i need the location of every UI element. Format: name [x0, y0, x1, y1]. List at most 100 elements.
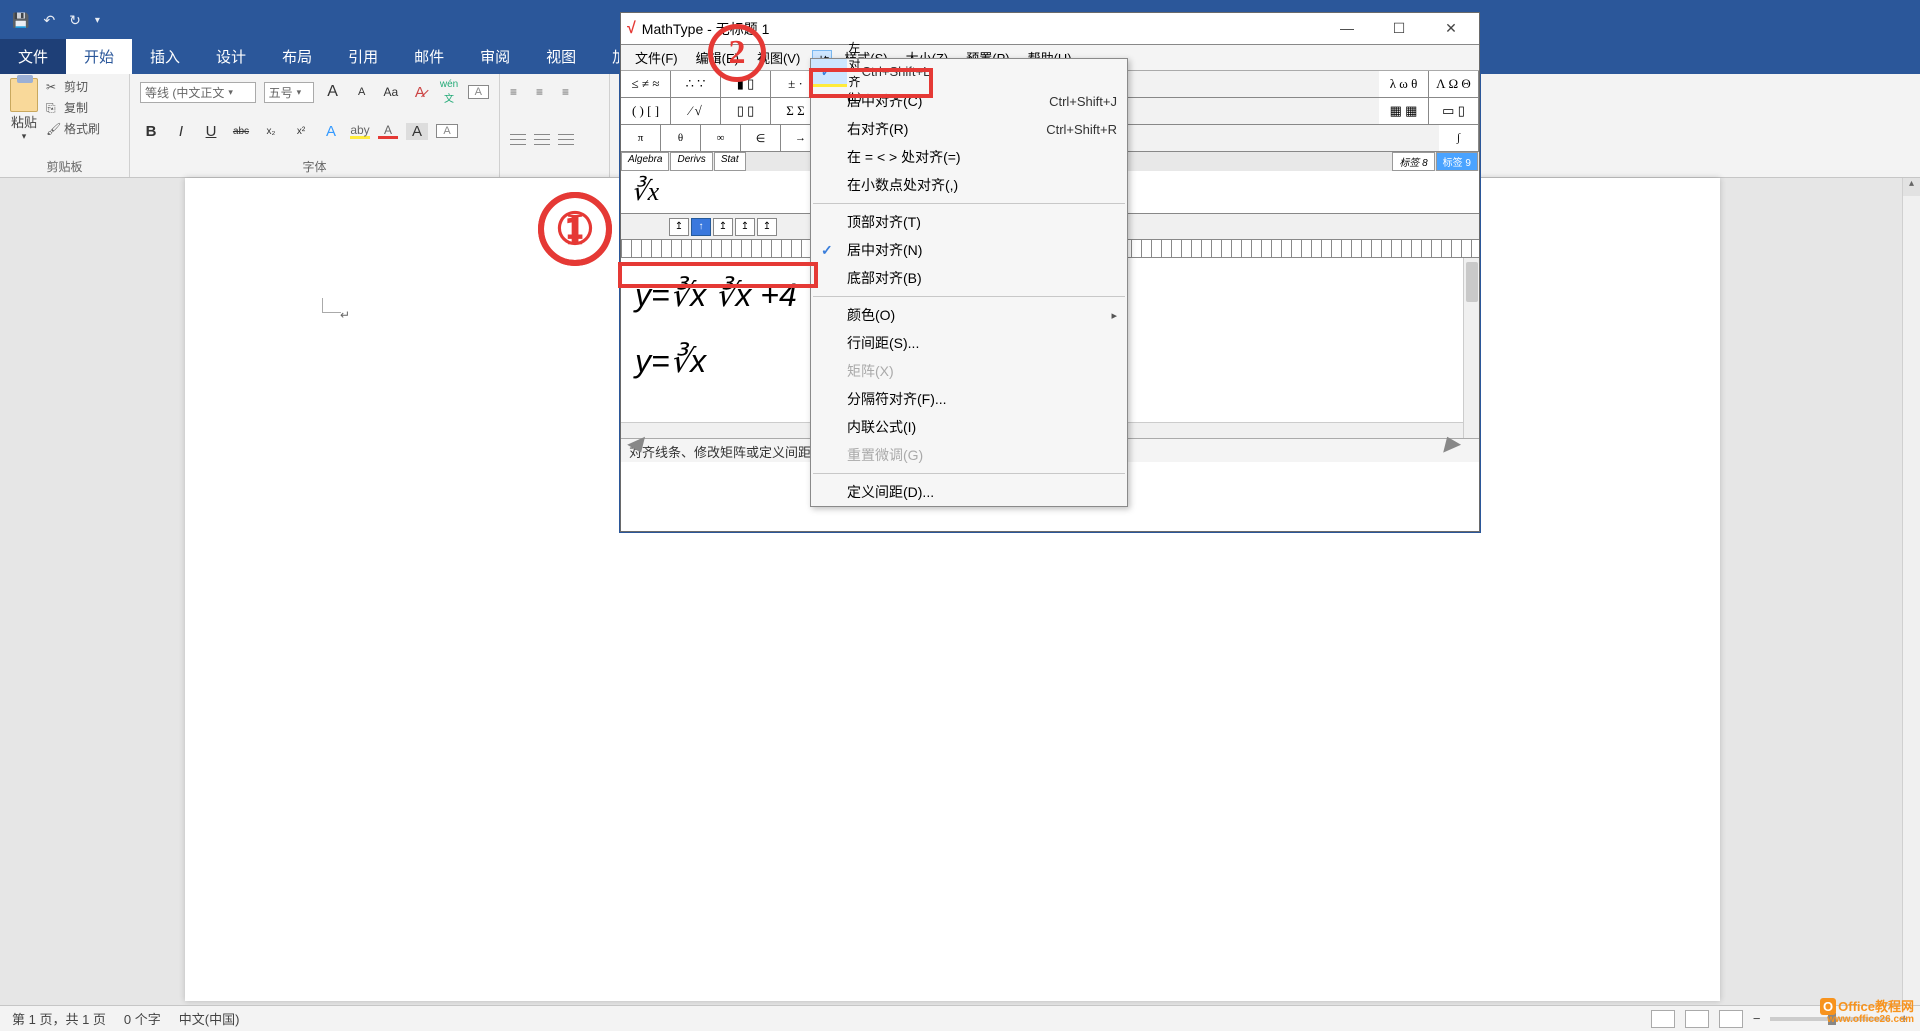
palette-cell[interactable]: θ [661, 125, 701, 151]
palette-cell[interactable]: Λ Ω Θ [1429, 71, 1479, 97]
menu-file[interactable]: 文件(F) [629, 45, 684, 70]
align-btn-3[interactable]: ↥ [713, 218, 733, 236]
menu-item-label: 内联公式(I) [847, 417, 916, 437]
numbering-button[interactable]: ≡ [536, 85, 554, 99]
palette-cell[interactable]: ▯ ▯ [721, 98, 771, 124]
multilevel-button[interactable]: ≡ [562, 85, 580, 99]
menu-item[interactable]: 在小数点处对齐(,) [811, 171, 1127, 199]
menu-item-label: 分隔符对齐(F)... [847, 389, 947, 409]
menu-item[interactable]: 右对齐(R)Ctrl+Shift+R [811, 115, 1127, 143]
menu-item[interactable]: 内联公式(I) [811, 413, 1127, 441]
palette-cell[interactable]: ≤ ≠ ≈ [621, 71, 671, 97]
cut-button[interactable]: ✂剪切 [46, 78, 100, 95]
palette-tab[interactable]: Derivs [670, 152, 712, 171]
annotation-circle-2: 2 [708, 24, 766, 82]
palette-cell[interactable]: ∫ [1439, 125, 1479, 151]
align-btn-1[interactable]: ↥ [669, 218, 689, 236]
menu-item[interactable]: 在 = < > 处对齐(=) [811, 143, 1127, 171]
tab-home[interactable]: 开始 [66, 39, 132, 74]
align-btn-2[interactable]: ↑ [691, 218, 711, 236]
underline-button[interactable]: U [200, 123, 222, 140]
maximize-button[interactable]: ☐ [1385, 20, 1413, 37]
menu-item[interactable]: 行间距(S)... [811, 329, 1127, 357]
align-left-button[interactable] [510, 134, 526, 146]
redo-icon[interactable]: ↻ [69, 12, 81, 29]
menu-item[interactable]: 底部对齐(B) [811, 264, 1127, 292]
copy-button[interactable]: ⎘复制 [46, 99, 100, 116]
format-dropdown-menu: 左对齐(L)Ctrl+Shift+L居中对齐(C)Ctrl+Shift+J右对齐… [810, 58, 1128, 507]
tab-review[interactable]: 审阅 [462, 39, 528, 74]
highlight-button[interactable]: aby [350, 123, 370, 139]
font-color-button[interactable]: A [378, 123, 398, 139]
language-indicator[interactable]: 中文(中国) [179, 1009, 240, 1028]
minimize-button[interactable]: — [1333, 20, 1361, 37]
font-family-select[interactable]: 等线 (中文正文▾ [140, 82, 256, 103]
paste-button[interactable]: 粘贴 ▾ [10, 78, 38, 142]
scroll-thumb[interactable] [1466, 262, 1478, 302]
paste-icon [10, 78, 38, 112]
palette-cell[interactable]: ∈ [741, 125, 781, 151]
font-size-select[interactable]: 五号▾ [264, 82, 314, 103]
bullets-button[interactable]: ≡ [510, 85, 528, 99]
menu-item[interactable]: 居中对齐(N) [811, 236, 1127, 264]
strike-button[interactable]: abc [230, 126, 252, 137]
menu-item[interactable]: 定义间距(D)... [811, 478, 1127, 506]
superscript-button[interactable]: x² [290, 126, 312, 137]
pinyin-button[interactable]: wén文 [438, 79, 459, 105]
palette-cell[interactable]: π [621, 125, 661, 151]
shrink-font-button[interactable]: A [351, 86, 372, 98]
close-button[interactable]: ✕ [1437, 20, 1465, 37]
text-effects-button[interactable]: A [320, 123, 342, 140]
palette-cell[interactable]: ∞ [701, 125, 741, 151]
palette-tab[interactable]: Stat [714, 152, 746, 171]
palette-tab[interactable]: Algebra [621, 152, 669, 171]
change-case-button[interactable]: Aa [380, 85, 401, 99]
menu-item[interactable]: 分隔符对齐(F)... [811, 385, 1127, 413]
qat-dropdown-icon[interactable]: ▾ [95, 15, 100, 26]
zoom-out-button[interactable]: − [1753, 1011, 1761, 1026]
char-border-button[interactable]: A [468, 85, 489, 99]
char-shading-button[interactable]: A [406, 123, 428, 140]
bold-button[interactable]: B [140, 123, 162, 140]
paste-label: 粘贴 [11, 112, 37, 131]
subscript-button[interactable]: x₂ [260, 126, 282, 137]
palette-cell[interactable]: ∴ ∵ [671, 71, 721, 97]
palette-tab[interactable]: 标签 9 [1436, 152, 1478, 171]
tab-insert[interactable]: 插入 [132, 39, 198, 74]
scroll-up-icon[interactable]: ▴ [1903, 178, 1920, 196]
tab-references[interactable]: 引用 [330, 39, 396, 74]
align-right-button[interactable] [558, 134, 574, 146]
align-center-button[interactable] [534, 134, 550, 146]
palette-cell[interactable]: ⁄ √ [671, 98, 721, 124]
page-indicator[interactable]: 第 1 页，共 1 页 [12, 1009, 106, 1028]
tab-file[interactable]: 文件 [0, 39, 66, 74]
editor-v-scrollbar[interactable] [1463, 258, 1479, 438]
vertical-scrollbar[interactable]: ▴ [1902, 178, 1920, 1005]
align-btn-4[interactable]: ↥ [735, 218, 755, 236]
tab-layout[interactable]: 布局 [264, 39, 330, 74]
align-btn-5[interactable]: ↥ [757, 218, 777, 236]
palette-cell[interactable]: ▭ ▯ [1429, 98, 1479, 124]
palette-cell[interactable]: ( ) [ ] [621, 98, 671, 124]
web-layout-button[interactable] [1719, 1010, 1743, 1028]
menu-item[interactable]: 顶部对齐(T) [811, 208, 1127, 236]
tab-design[interactable]: 设计 [198, 39, 264, 74]
italic-button[interactable]: I [170, 123, 192, 140]
save-icon[interactable]: 💾 [12, 12, 29, 29]
print-layout-button[interactable] [1685, 1010, 1709, 1028]
tab-view[interactable]: 视图 [528, 39, 594, 74]
menu-item-label: 顶部对齐(T) [847, 212, 921, 232]
format-painter-button[interactable]: 🖌格式刷 [46, 120, 100, 137]
word-count[interactable]: 0 个字 [124, 1009, 161, 1028]
clear-format-button[interactable]: A̷ [409, 84, 430, 101]
enclosed-char-button[interactable]: A [436, 124, 458, 138]
menu-item-label: 在 = < > 处对齐(=) [847, 147, 961, 167]
read-mode-button[interactable] [1651, 1010, 1675, 1028]
menu-item[interactable]: 颜色(O) [811, 301, 1127, 329]
palette-tab[interactable]: 标签 8 [1392, 152, 1434, 171]
palette-cell[interactable]: λ ω θ [1379, 71, 1429, 97]
palette-cell[interactable]: ▦ ▦ [1379, 98, 1429, 124]
undo-icon[interactable]: ↶ [43, 12, 55, 29]
grow-font-button[interactable]: A [322, 83, 343, 101]
tab-mail[interactable]: 邮件 [396, 39, 462, 74]
